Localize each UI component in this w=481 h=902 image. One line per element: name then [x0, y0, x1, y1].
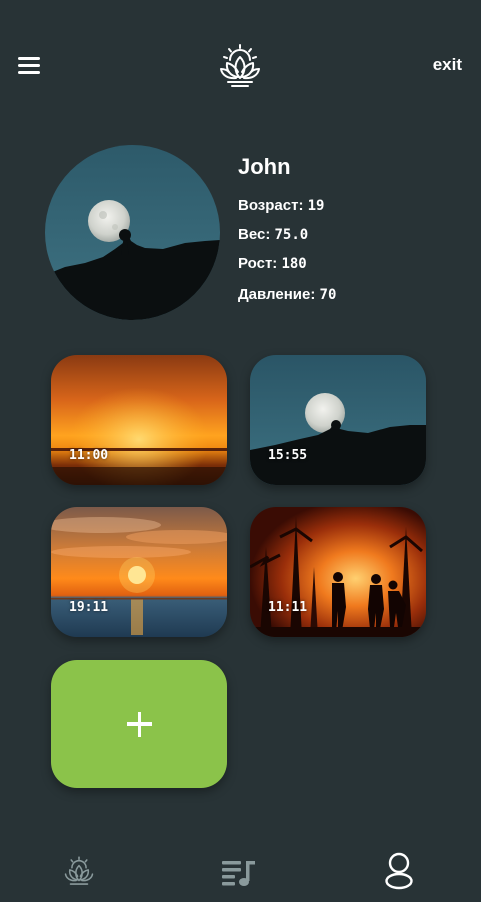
- stat-pressure-label: Давление:: [238, 286, 316, 303]
- sunset-horizon-photo: [51, 355, 227, 485]
- add-session-button[interactable]: [51, 660, 227, 788]
- card-time: 11:00: [69, 448, 109, 463]
- session-card[interactable]: 11:00: [51, 355, 227, 485]
- stat-height-label: Рост:: [238, 255, 278, 272]
- stat-pressure-value: 70: [319, 287, 337, 303]
- nav-playlist[interactable]: [221, 856, 257, 888]
- stat-height: Рост: 180: [238, 255, 307, 272]
- stat-age-value: 19: [307, 198, 325, 214]
- card-time: 11:11: [268, 600, 308, 615]
- moon-landscape-photo: [250, 355, 426, 485]
- playlist-music-icon: [222, 861, 255, 886]
- lotus-icon: [64, 856, 94, 885]
- hamburger-menu-icon: [18, 57, 40, 60]
- lotus-logo-icon: [216, 42, 264, 90]
- hamburger-line: [18, 71, 40, 74]
- plus-icon-vertical: [137, 711, 142, 737]
- exit-link[interactable]: exit: [433, 55, 462, 75]
- session-card[interactable]: 15:55: [250, 355, 426, 485]
- menu-button[interactable]: [18, 55, 42, 75]
- card-time: 19:11: [69, 600, 109, 615]
- stat-age: Возраст: 19: [238, 197, 324, 214]
- stat-age-label: Возраст:: [238, 197, 304, 214]
- card-time: 15:55: [268, 448, 308, 463]
- profile-name: John: [238, 154, 291, 179]
- user-profile-icon: [385, 852, 413, 890]
- stat-weight-value: 75.0: [274, 227, 309, 243]
- hamburger-line: [18, 64, 40, 67]
- stat-pressure: Давление: 70: [238, 286, 336, 303]
- session-card[interactable]: 11:11: [250, 507, 426, 637]
- stat-height-value: 180: [281, 256, 307, 272]
- session-card[interactable]: 19:11: [51, 507, 227, 637]
- nav-profile[interactable]: [384, 852, 414, 890]
- avatar[interactable]: [45, 145, 220, 320]
- stat-weight: Вес: 75.0: [238, 226, 308, 243]
- sea-sunset-photo: [51, 507, 227, 637]
- stat-weight-label: Вес:: [238, 226, 271, 243]
- nav-meditation[interactable]: [62, 855, 96, 889]
- forest-fire-people-photo: [250, 507, 426, 637]
